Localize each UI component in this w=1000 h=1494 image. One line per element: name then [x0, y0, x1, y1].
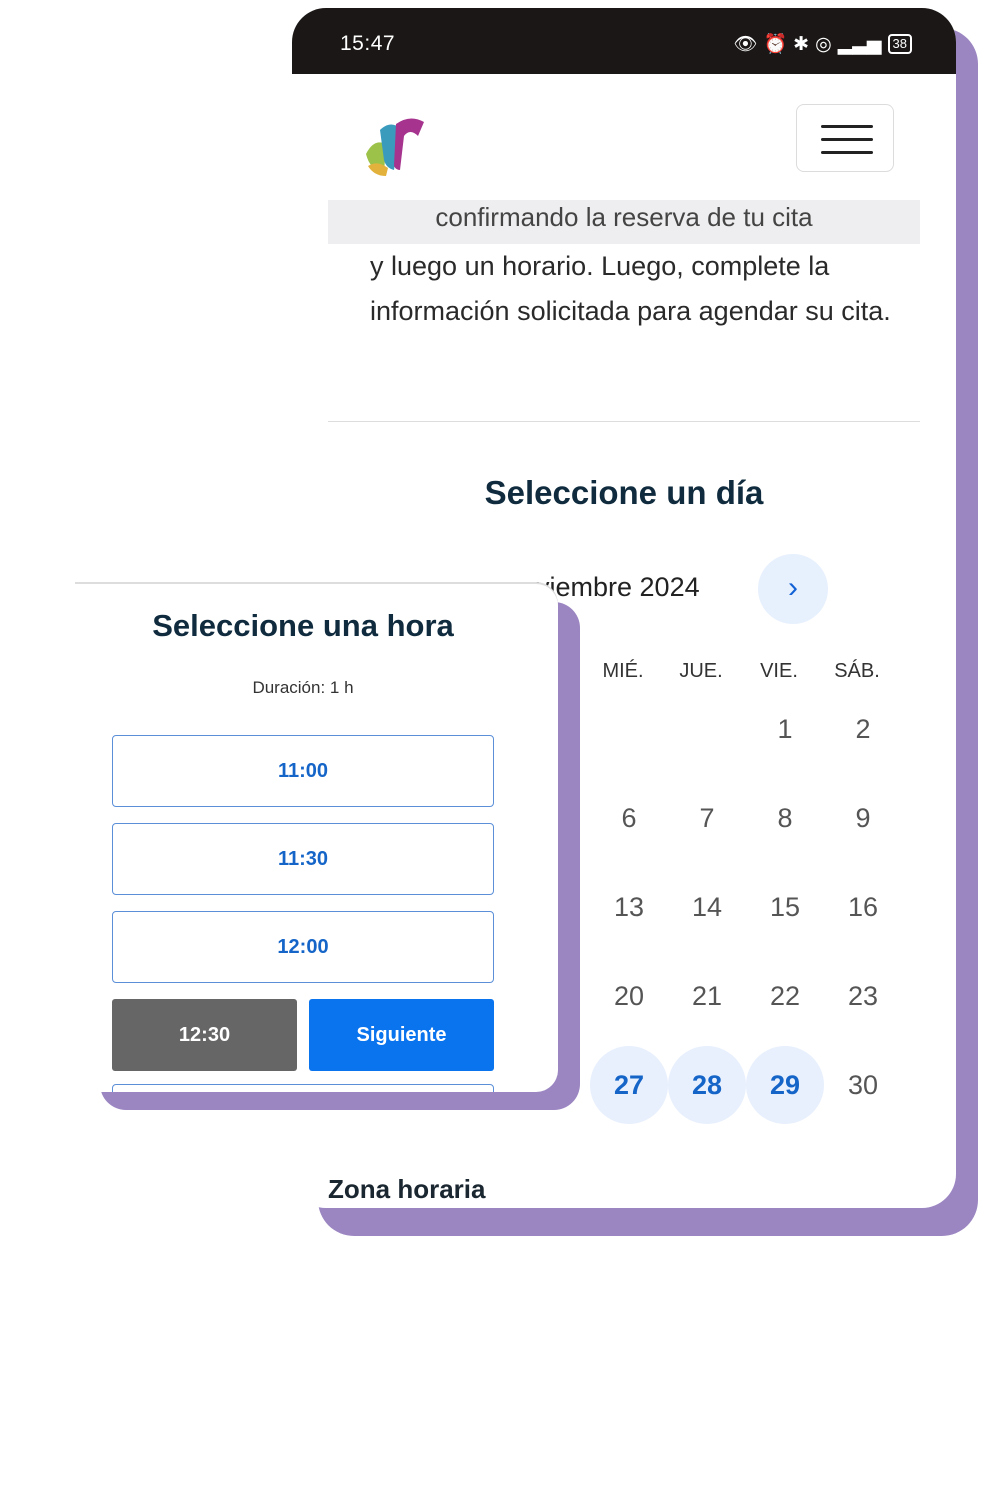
select-day-title: Seleccione un día — [484, 474, 764, 511]
calendar-day: 13 — [613, 892, 645, 922]
calendar-day: 7 — [699, 803, 715, 833]
time-slot-button[interactable]: 11:30 — [112, 823, 494, 895]
calendar-day: 9 — [855, 803, 871, 833]
calendar-day-available[interactable]: 27 — [590, 1046, 668, 1124]
calendar-day: 14 — [691, 892, 723, 922]
site-header — [292, 74, 956, 206]
intro-text: y luego un horario. Luego, complete la i… — [370, 251, 891, 326]
alarm-icon: ⏰ — [763, 34, 788, 55]
divider — [328, 421, 920, 422]
timezone-label: Zona horaria — [328, 1174, 486, 1204]
calendar-day: 30 — [847, 1070, 879, 1100]
status-bar: 15:47 👁 ⏰ ✱ ◎ ▂▃▅ 38 — [292, 8, 956, 74]
menu-bar-icon — [821, 151, 873, 154]
next-button[interactable]: Siguiente — [309, 999, 494, 1071]
time-slot-button[interactable] — [112, 1084, 494, 1092]
calendar-day: 21 — [691, 981, 723, 1011]
time-slot-button[interactable]: 12:00 — [112, 911, 494, 983]
calendar-day: 1 — [777, 714, 793, 744]
menu-bar-icon — [821, 138, 873, 141]
time-slot-button[interactable]: 11:00 — [112, 735, 494, 807]
weekday-label: MIÉ. — [602, 660, 644, 682]
battery-icon: 38 — [887, 34, 912, 54]
selected-time-slot[interactable]: 12:30 — [112, 999, 297, 1071]
select-time-title: Seleccione una hora — [152, 608, 454, 643]
status-time: 15:47 — [340, 32, 396, 55]
calendar-day: 16 — [847, 892, 879, 922]
confirmation-banner: confirmando la reserva de tu cita — [328, 200, 920, 244]
hamburger-menu-button[interactable] — [796, 104, 894, 172]
month-label: viembre 2024 — [536, 572, 700, 602]
calendar-day: 20 — [613, 981, 645, 1011]
time-picker-card: Seleccione una hora Duración: 1 h 11:00 … — [75, 584, 558, 1092]
weekday-label: SÁB. — [834, 660, 880, 682]
calendar-day: 23 — [847, 981, 879, 1011]
next-month-button[interactable]: › — [758, 554, 828, 624]
weekday-label: JUE. — [679, 660, 723, 682]
eye-icon: 👁 — [733, 34, 758, 55]
calendar-day: 6 — [621, 803, 637, 833]
weekday-label: VIE. — [760, 660, 798, 682]
bluetooth-icon: ✱ — [793, 33, 810, 55]
menu-bar-icon — [821, 125, 873, 128]
brand-logo[interactable] — [360, 110, 432, 176]
hotspot-icon: ◎ — [815, 33, 832, 55]
calendar-day: 15 — [769, 892, 801, 922]
calendar-day: 22 — [769, 981, 801, 1011]
duration-label: Duración: 1 h — [252, 678, 354, 697]
calendar-day: 2 — [855, 714, 871, 744]
signal-icon: ▂▃▅ — [837, 33, 882, 55]
status-icons: 👁 ⏰ ✱ ◎ ▂▃▅ 38 — [733, 32, 912, 56]
calendar-day: 8 — [777, 803, 793, 833]
calendar-day-available[interactable]: 28 — [668, 1046, 746, 1124]
calendar-day-available[interactable]: 29 — [746, 1046, 824, 1124]
